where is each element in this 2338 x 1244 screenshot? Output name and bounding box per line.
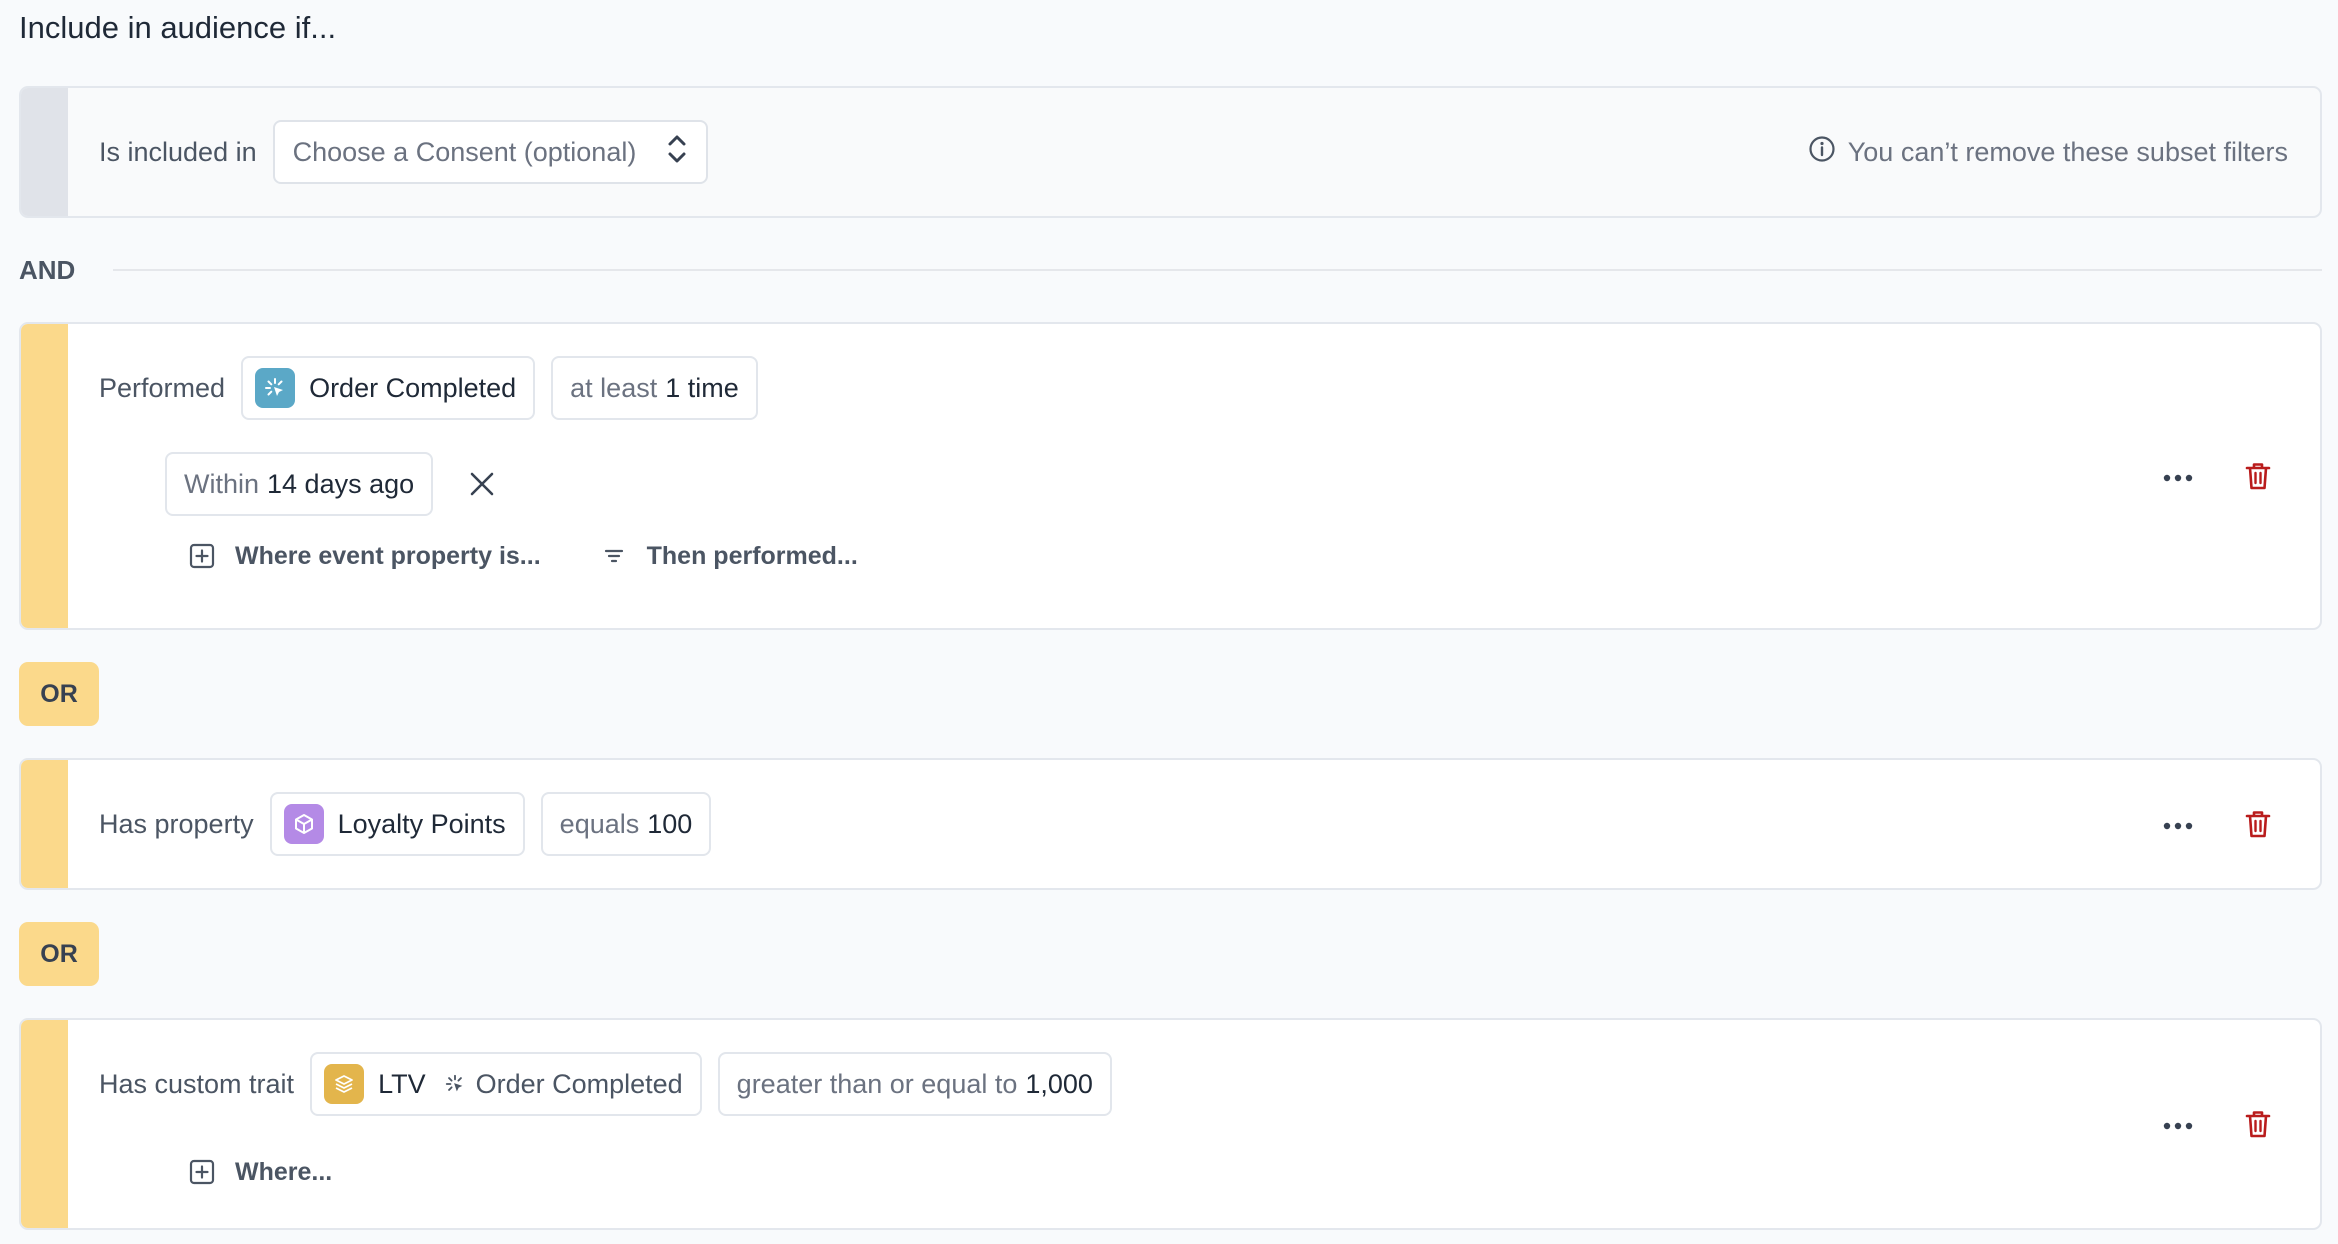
condition-card-property: Has property Loyalty Points equals 100 xyxy=(19,758,2322,890)
more-options-button[interactable] xyxy=(2158,458,2198,498)
consent-select-placeholder: Choose a Consent (optional) xyxy=(292,136,637,167)
delete-condition-button[interactable] xyxy=(2238,456,2278,496)
subset-note-text: You can’t remove these subset filters xyxy=(1847,136,2288,167)
info-icon xyxy=(1808,135,1836,170)
time-window-prefix: Within xyxy=(184,468,260,499)
trash-icon xyxy=(2244,1109,2272,1139)
card-stripe xyxy=(21,324,68,628)
event-name: Order Completed xyxy=(309,372,517,403)
page-title: Include in audience if... xyxy=(19,10,337,45)
operator-value-pill[interactable]: greater than or equal to 1,000 xyxy=(717,1052,1112,1116)
chevron-up-down-icon xyxy=(666,133,688,172)
add-where-filter-label: Where... xyxy=(235,1157,333,1186)
and-label: AND xyxy=(19,254,76,285)
condition-card-custom-trait: Has custom trait LTV Order Completed gre… xyxy=(19,1018,2322,1230)
condition-label: Has property xyxy=(99,808,254,839)
operator: greater than or equal to xyxy=(736,1068,1018,1099)
trait-name: LTV xyxy=(378,1068,426,1099)
condition-label: Has custom trait xyxy=(99,1068,295,1099)
add-event-property-filter-button[interactable]: Where event property is... xyxy=(189,542,541,571)
layers-icon xyxy=(324,1064,365,1104)
property-name: Loyalty Points xyxy=(337,808,506,839)
time-window-pill[interactable]: Within 14 days ago xyxy=(165,452,434,516)
and-divider: AND xyxy=(19,250,2322,290)
card-stripe xyxy=(21,88,68,216)
or-operator-badge[interactable]: OR xyxy=(19,662,99,726)
event-pill[interactable]: Order Completed xyxy=(241,356,536,420)
trait-source-event: Order Completed xyxy=(475,1068,683,1099)
add-where-filter-button[interactable]: Where... xyxy=(189,1158,332,1187)
trash-icon xyxy=(2244,809,2272,839)
trait-pill[interactable]: LTV Order Completed xyxy=(310,1052,702,1116)
trash-icon xyxy=(2244,461,2272,491)
operator-value-pill[interactable]: equals 100 xyxy=(540,792,712,856)
operator: equals xyxy=(559,808,640,839)
frequency-prefix: at least xyxy=(570,372,658,403)
then-performed-label: Then performed... xyxy=(646,541,858,570)
subset-label: Is included in xyxy=(99,136,257,167)
condition-label: Performed xyxy=(99,372,226,403)
cube-icon xyxy=(283,804,324,844)
plus-square-icon xyxy=(189,543,215,569)
value: 100 xyxy=(647,808,693,839)
condition-card-performed: Performed Order Completed at least 1 tim… xyxy=(19,322,2322,630)
delete-condition-button[interactable] xyxy=(2238,1104,2278,1144)
or-operator-badge[interactable]: OR xyxy=(19,922,99,986)
subset-filter-card: Is included in Choose a Consent (optiona… xyxy=(19,86,2322,218)
funnel-icon xyxy=(601,543,627,569)
event-click-icon xyxy=(444,1073,466,1095)
delete-condition-button[interactable] xyxy=(2238,804,2278,844)
plus-square-icon xyxy=(189,1159,215,1185)
frequency-value: 1 time xyxy=(665,372,739,403)
consent-select[interactable]: Choose a Consent (optional) xyxy=(272,120,709,184)
event-icon xyxy=(255,368,296,408)
property-pill[interactable]: Loyalty Points xyxy=(269,792,525,856)
card-stripe xyxy=(21,760,68,888)
time-window-value: 14 days ago xyxy=(267,468,415,499)
close-icon[interactable] xyxy=(467,469,497,499)
more-options-button[interactable] xyxy=(2158,1106,2198,1146)
more-options-button[interactable] xyxy=(2158,806,2198,846)
card-stripe xyxy=(21,1020,68,1228)
then-performed-button[interactable]: Then performed... xyxy=(601,542,858,571)
divider-line xyxy=(113,269,2322,271)
add-event-property-filter-label: Where event property is... xyxy=(235,541,541,570)
value: 1,000 xyxy=(1025,1068,1093,1099)
subset-note: You can’t remove these subset filters xyxy=(1808,132,2288,172)
frequency-pill[interactable]: at least 1 time xyxy=(551,356,758,420)
